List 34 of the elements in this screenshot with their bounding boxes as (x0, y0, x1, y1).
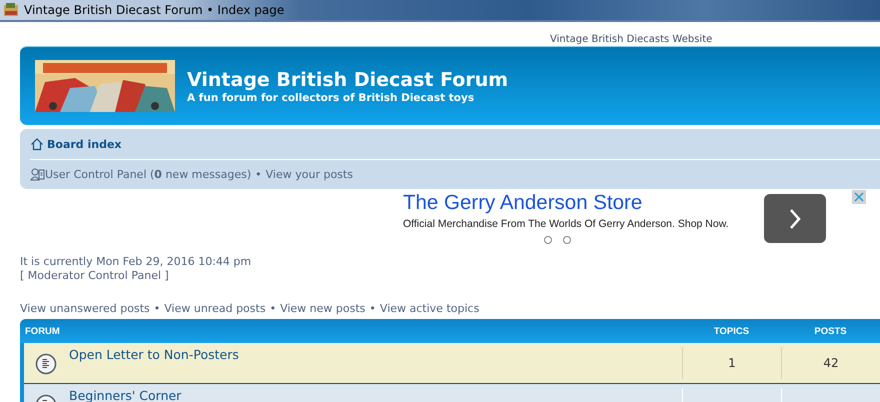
app-icon (3, 2, 19, 18)
next-button[interactable] (764, 194, 826, 243)
table-cell: 42 (781, 347, 880, 379)
nav-link[interactable]: View active topics (380, 302, 480, 314)
nav-link[interactable]: User Control Panel (0 new messages) (45, 168, 252, 180)
column-header: TOPICS (712, 326, 750, 336)
separator: • (369, 302, 376, 314)
page-dot[interactable] (563, 236, 571, 244)
moderator-link[interactable]: [ Moderator Control Panel ] (20, 269, 169, 283)
table-cell: 1 (682, 347, 781, 379)
current-time: It is currently Mon Feb 29, 2016 10:44 pm (20, 255, 252, 269)
breadcrumb-link[interactable]: Board index (47, 138, 122, 150)
forum-title: Vintage British Diecast Forum (187, 68, 508, 92)
ad-title[interactable]: The Gerry Anderson Store (403, 191, 753, 215)
separator: • (154, 302, 160, 314)
home-icon (30, 137, 44, 151)
chevron-icon (788, 208, 802, 230)
forum-link[interactable]: Open Letter to Non-Posters (69, 347, 239, 362)
ad-text: Official Merchandise From The Worlds Of Gerry Anderson. Shop Now. (403, 218, 730, 230)
column-header: POSTS (813, 326, 848, 336)
separator: • (255, 168, 262, 180)
nav-link[interactable]: View your posts (266, 168, 353, 180)
nav-link[interactable]: View unread posts (164, 302, 266, 314)
user-panel-icon (30, 167, 45, 181)
website-link[interactable]: Vintage British Diecasts Website (550, 34, 712, 46)
window-title: Vintage British Diecast Forum • Index page (24, 3, 284, 17)
column-header: FORUM (24, 326, 61, 336)
forum-subtitle: A fun forum for collectors of British Diecast toys (187, 92, 476, 104)
close-icon[interactable] (852, 190, 866, 204)
page-dot[interactable] (544, 236, 552, 244)
nav-link[interactable]: View unanswered posts (20, 302, 150, 314)
separator: • (270, 302, 276, 314)
nav-link[interactable]: View new posts (280, 302, 366, 314)
forum-icon (35, 353, 57, 375)
